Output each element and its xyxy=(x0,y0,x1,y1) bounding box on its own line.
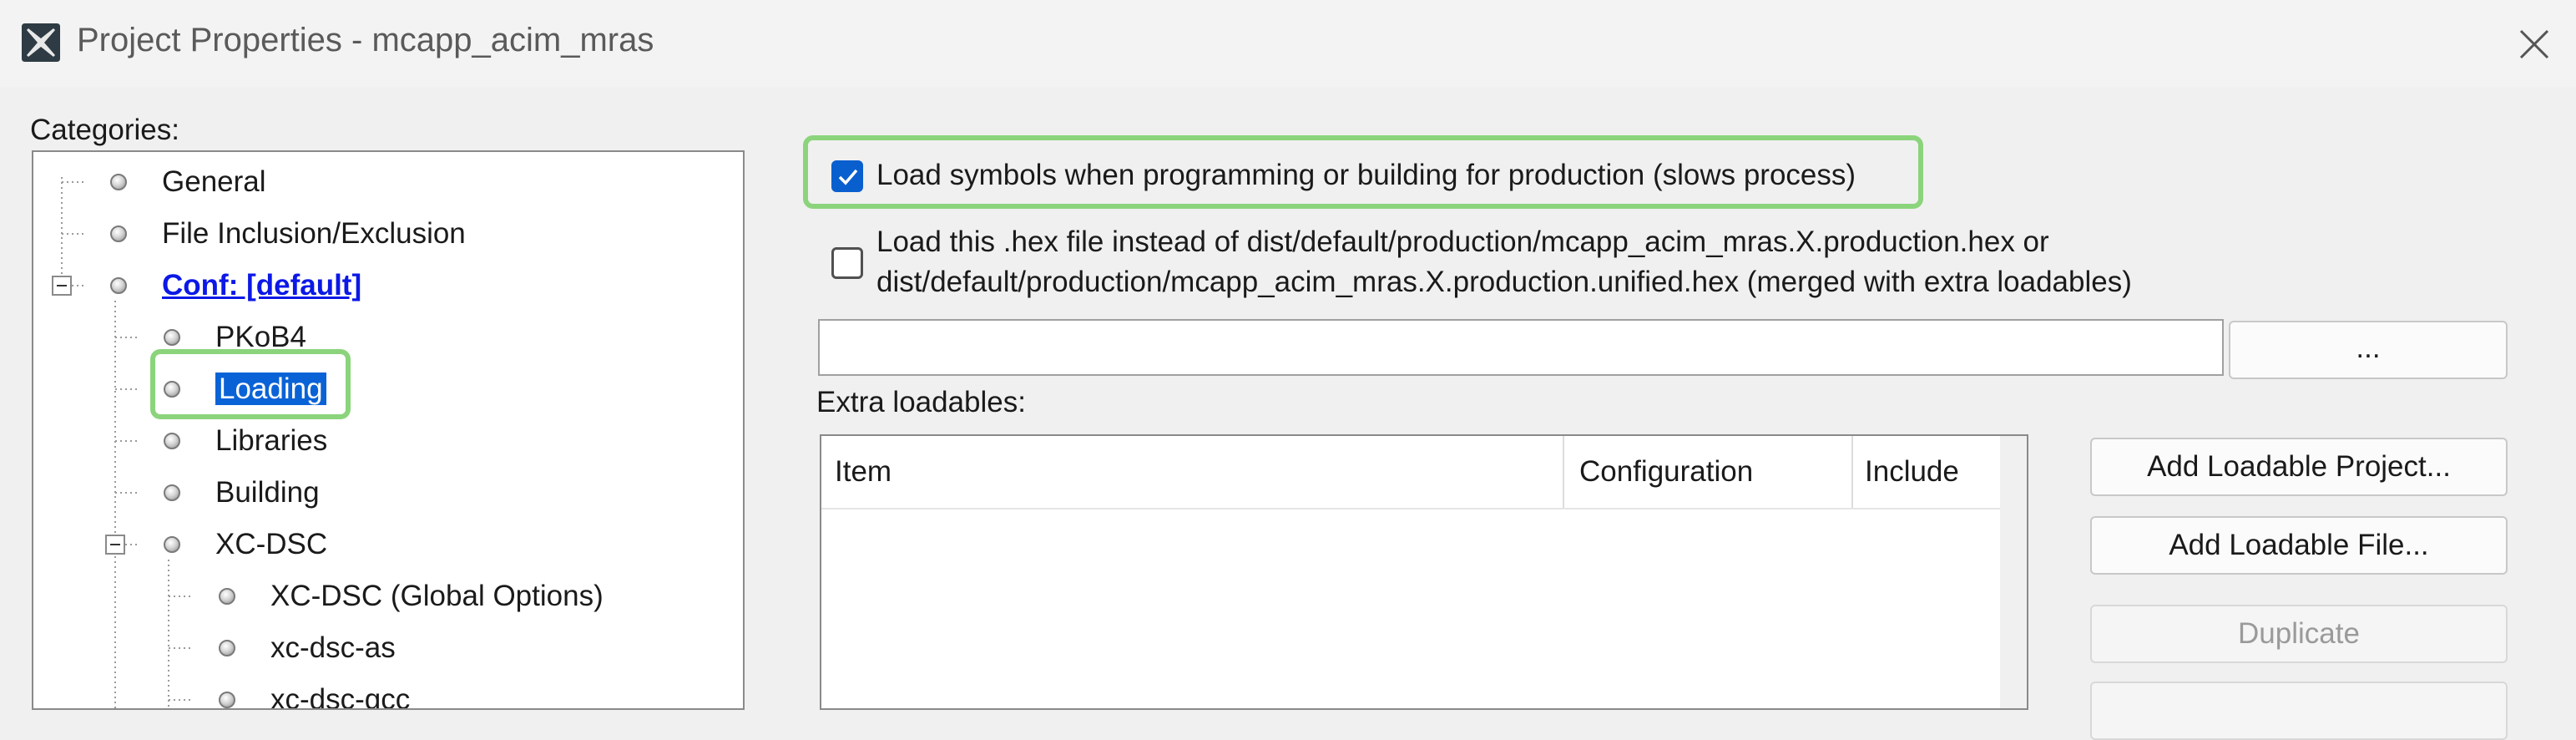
hex-file-path-input[interactable] xyxy=(818,319,2224,376)
add-loadable-file-button[interactable]: Add Loadable File... xyxy=(2090,516,2508,575)
column-header-configuration[interactable]: Configuration xyxy=(1579,436,1753,508)
tree-node-icon xyxy=(164,433,180,449)
column-header-item[interactable]: Item xyxy=(835,436,891,508)
column-separator[interactable] xyxy=(1563,436,1564,508)
extra-loadables-label: Extra loadables: xyxy=(816,386,1026,418)
table-scrollbar-gutter xyxy=(2000,436,2027,708)
mplab-x-icon xyxy=(22,23,60,62)
column-header-include[interactable]: Include xyxy=(1865,436,1959,508)
tree-item-conf-default[interactable]: Conf: [default] xyxy=(162,266,361,306)
load-hex-label-line1[interactable]: Load this .hex file instead of dist/defa… xyxy=(876,226,2049,259)
tree-item-label: General xyxy=(162,165,266,198)
extra-loadables-table[interactable]: Item Configuration Include xyxy=(820,434,2028,710)
close-icon xyxy=(2519,29,2549,59)
column-separator[interactable] xyxy=(1851,436,1853,508)
collapse-toggle-icon[interactable] xyxy=(52,276,72,296)
categories-tree[interactable]: General File Inclusion/Exclusion Conf: [… xyxy=(32,150,745,710)
tree-item-label: xc-dsc-gcc xyxy=(270,683,411,710)
categories-label: Categories: xyxy=(30,114,179,146)
checkmark-icon xyxy=(838,169,858,185)
tree-node-icon xyxy=(110,277,127,294)
tree-item-label: XC-DSC xyxy=(215,528,328,560)
tree-item-label: Libraries xyxy=(215,424,328,457)
tree-item-label: Building xyxy=(215,476,320,509)
tree-item-building[interactable]: Building xyxy=(215,473,320,513)
load-hex-label-line2[interactable]: dist/default/production/mcapp_acim_mras.… xyxy=(876,266,2132,299)
tree-item-libraries[interactable]: Libraries xyxy=(215,421,327,461)
title-bar: Project Properties - mcapp_acim_mras xyxy=(0,0,2576,87)
tree-node-icon xyxy=(164,484,180,501)
tree-node-icon xyxy=(219,692,235,708)
load-symbols-label[interactable]: Load symbols when programming or buildin… xyxy=(876,159,1856,192)
load-symbols-checkbox[interactable] xyxy=(831,160,863,192)
add-loadable-file-label: Add Loadable File... xyxy=(2169,529,2429,561)
tree-item-label: Conf: [default] xyxy=(162,269,362,302)
window-title: Project Properties - mcapp_acim_mras xyxy=(77,22,654,58)
browse-button-label: ... xyxy=(2356,332,2381,364)
tree-node-icon xyxy=(164,329,180,346)
close-button[interactable] xyxy=(2496,17,2571,70)
duplicate-label: Duplicate xyxy=(2238,617,2360,650)
loading-highlight xyxy=(150,349,351,419)
tree-node-icon xyxy=(219,588,235,605)
load-hex-checkbox[interactable] xyxy=(831,247,863,279)
tree-item-file-inclusion[interactable]: File Inclusion/Exclusion xyxy=(162,214,466,254)
tree-item-xc-dsc-global-options[interactable]: XC-DSC (Global Options) xyxy=(270,576,604,616)
tree-item-xc-dsc-as[interactable]: xc-dsc-as xyxy=(270,628,396,668)
tree-item-general[interactable]: General xyxy=(162,162,266,202)
tree-item-label: XC-DSC (Global Options) xyxy=(270,580,604,612)
collapse-toggle-icon[interactable] xyxy=(105,535,125,555)
tree-item-label: File Inclusion/Exclusion xyxy=(162,217,466,250)
tree-node-icon xyxy=(164,536,180,553)
tree-node-icon xyxy=(110,174,127,190)
tree-node-icon xyxy=(219,640,235,656)
remove-button[interactable] xyxy=(2090,682,2508,740)
table-header: Item Configuration Include xyxy=(821,436,2027,509)
add-loadable-project-label: Add Loadable Project... xyxy=(2147,450,2451,483)
duplicate-button[interactable]: Duplicate xyxy=(2090,605,2508,663)
tree-item-label: xc-dsc-as xyxy=(270,631,396,664)
tree-item-xc-dsc-gcc[interactable]: xc-dsc-gcc xyxy=(270,680,411,710)
tree-item-xc-dsc[interactable]: XC-DSC xyxy=(215,525,327,565)
tree-node-icon xyxy=(110,226,127,242)
browse-button[interactable]: ... xyxy=(2229,321,2508,379)
add-loadable-project-button[interactable]: Add Loadable Project... xyxy=(2090,438,2508,496)
